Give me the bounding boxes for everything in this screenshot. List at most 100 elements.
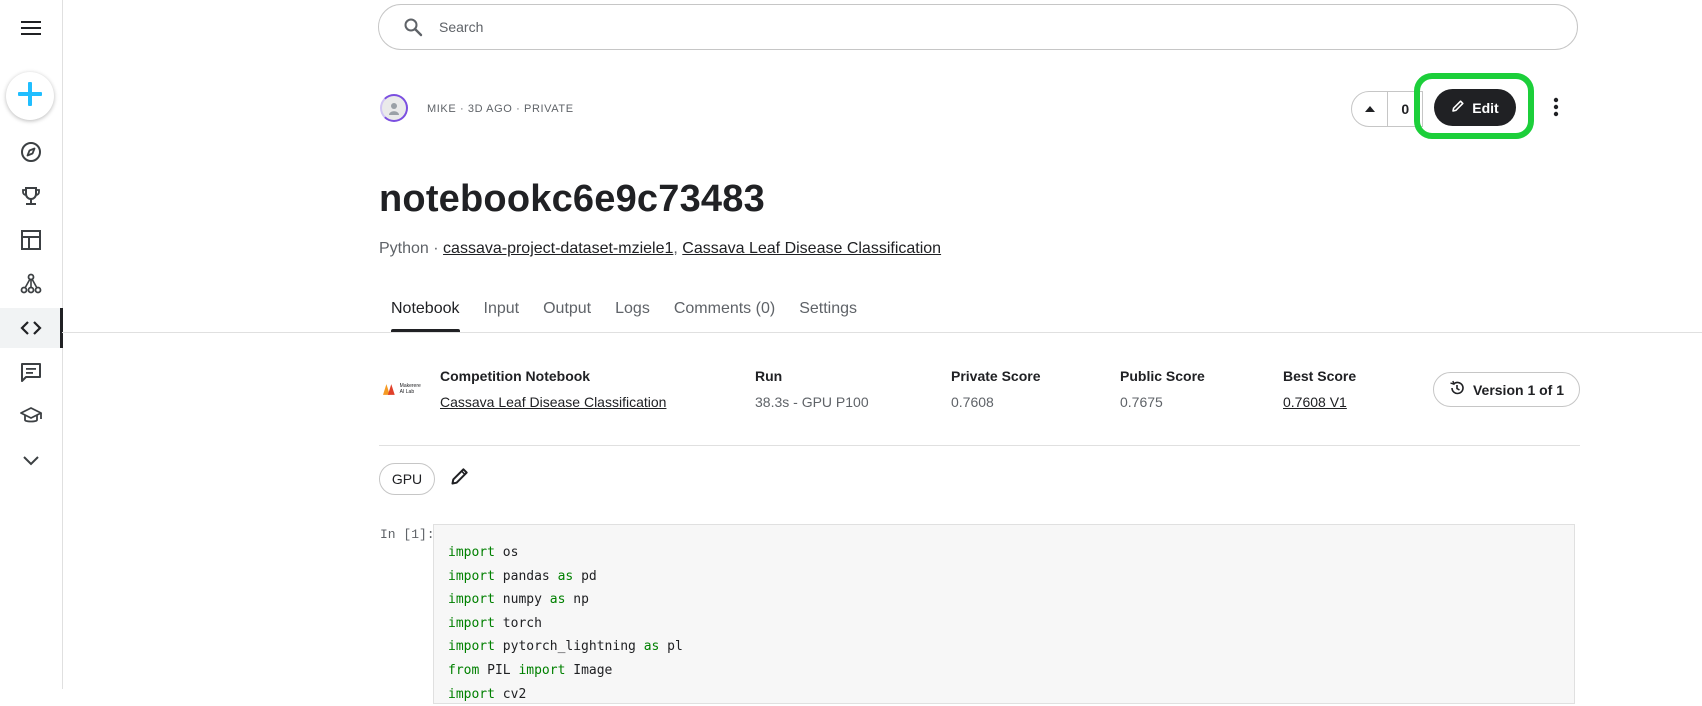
makerere-logo-mark — [383, 384, 395, 395]
create-button[interactable] — [6, 72, 54, 120]
code-keyword: import — [518, 662, 566, 678]
public-score-value: 0.7675 — [1120, 394, 1163, 410]
code-keyword: from — [448, 662, 480, 678]
models-icon — [20, 273, 42, 295]
version-button[interactable]: Version 1 of 1 — [1433, 372, 1580, 407]
language-label: Python · — [379, 240, 439, 257]
private-score-info: Private Score 0.7608 — [951, 368, 1041, 410]
code-keyword: as — [643, 639, 660, 655]
edit-button[interactable]: Edit — [1434, 89, 1516, 126]
public-score-label: Public Score — [1120, 368, 1205, 384]
edit-accelerator-button[interactable] — [448, 466, 472, 490]
upvote-button[interactable] — [1352, 92, 1389, 126]
tabs-divider — [62, 332, 1702, 333]
avatar[interactable] — [380, 94, 408, 122]
run-label: Run — [755, 368, 783, 384]
trophy-icon — [20, 185, 42, 207]
tab-logs[interactable]: Logs — [603, 290, 662, 332]
sidebar-item-discussions[interactable] — [0, 352, 62, 392]
private-score-value: 0.7608 — [951, 394, 994, 410]
code-keyword: import — [448, 592, 495, 608]
history-icon — [1449, 380, 1465, 399]
more-vert-icon — [1553, 97, 1559, 122]
cell-prompt: In [1]: — [380, 527, 435, 542]
search-icon — [403, 17, 423, 37]
chevron-down-icon — [21, 450, 41, 470]
dataset-link[interactable]: cassava-project-dataset-mziele1 — [443, 240, 673, 257]
tab-output[interactable]: Output — [531, 290, 603, 332]
sidebar-item-more[interactable] — [0, 440, 62, 480]
best-score-link[interactable]: 0.7608 V1 — [1283, 394, 1347, 410]
notebook-subtitle: Python · cassava-project-dataset-mziele1… — [379, 240, 941, 258]
code-icon — [20, 317, 42, 339]
competition-logo: Makerere AI Lab — [383, 381, 425, 397]
code-keyword: as — [549, 592, 566, 608]
tab-settings[interactable]: Settings — [787, 290, 869, 332]
competition-link[interactable]: Cassava Leaf Disease Classification — [682, 240, 941, 257]
best-score-info: Best Score 0.7608 V1 — [1283, 368, 1356, 410]
sidebar-item-code[interactable] — [0, 308, 63, 348]
compass-icon — [20, 141, 42, 163]
code-keyword: as — [557, 568, 574, 584]
separator: , — [673, 240, 678, 257]
tab-comments[interactable]: Comments (0) — [662, 290, 787, 332]
code-text: PIL — [479, 662, 519, 678]
code-line: import numpy as np — [448, 588, 1574, 612]
tab-notebook[interactable]: Notebook — [379, 290, 472, 332]
comments-icon — [20, 361, 42, 383]
code-keyword: import — [448, 639, 495, 655]
best-score-label: Best Score — [1283, 368, 1357, 384]
sidebar-item-learn[interactable] — [0, 396, 62, 436]
notebook-title: notebookc6e9c73483 — [379, 178, 765, 220]
code-text: numpy — [494, 592, 550, 608]
edit-button-label: Edit — [1472, 99, 1499, 116]
code-text: pytorch_lightning — [494, 639, 644, 655]
tab-bar: Notebook Input Output Logs Comments (0) … — [379, 290, 869, 332]
sidebar-item-competitions[interactable] — [0, 176, 62, 216]
code-line: import torch — [448, 612, 1574, 636]
code-line: import cv2 — [448, 683, 1574, 706]
pencil-icon — [1451, 99, 1465, 116]
code-keyword: import — [448, 615, 495, 631]
search-bar[interactable] — [378, 4, 1578, 50]
pencil-icon — [450, 466, 470, 491]
private-score-label: Private Score — [951, 368, 1041, 384]
tab-input[interactable]: Input — [472, 290, 532, 332]
avatar-image — [389, 103, 399, 115]
version-label: Version 1 of 1 — [1472, 381, 1565, 398]
more-options-button[interactable] — [1546, 96, 1566, 122]
info-divider — [379, 445, 1580, 446]
run-value: 38.3s - GPU P100 — [755, 394, 869, 410]
sidebar-item-home[interactable] — [0, 132, 62, 172]
code-line: from PIL import Image — [448, 659, 1574, 683]
table-icon — [20, 229, 42, 251]
code-keyword: import — [448, 568, 495, 584]
code-text: os — [494, 545, 519, 560]
logo-text: Makerere AI Lab — [399, 383, 421, 395]
code-text: Image — [565, 662, 613, 678]
code-text: np — [565, 592, 589, 608]
competition-label: Competition Notebook — [440, 368, 591, 384]
caret-up-icon — [1364, 100, 1376, 118]
code-text: pandas — [494, 568, 558, 584]
notebook-meta: MIKE · 3D AGO · PRIVATE — [427, 103, 574, 115]
sidebar-item-datasets[interactable] — [0, 220, 62, 260]
competition-value-link[interactable]: Cassava Leaf Disease Classification — [440, 394, 666, 410]
code-keyword: import — [448, 545, 495, 560]
learn-icon — [20, 405, 42, 427]
menu-button[interactable] — [0, 8, 62, 48]
vote-widget: 0 — [1351, 91, 1423, 127]
sidebar — [0, 0, 63, 689]
code-cell[interactable]: import os import pandas as pd import numpy… — [433, 524, 1575, 704]
menu-icon — [21, 20, 41, 36]
competition-info: Competition Notebook Cassava Leaf Diseas… — [440, 368, 666, 410]
code-line: import pytorch_lightning as pl — [448, 635, 1574, 659]
create-icon — [17, 81, 43, 112]
accelerator-chip[interactable]: GPU — [379, 463, 435, 495]
search-input[interactable] — [437, 18, 1441, 36]
sidebar-item-models[interactable] — [0, 264, 62, 304]
run-info: Run 38.3s - GPU P100 — [755, 368, 869, 410]
code-line: import pandas as pd — [448, 565, 1574, 589]
code-line: import os — [448, 541, 1574, 565]
public-score-info: Public Score 0.7675 — [1120, 368, 1205, 410]
